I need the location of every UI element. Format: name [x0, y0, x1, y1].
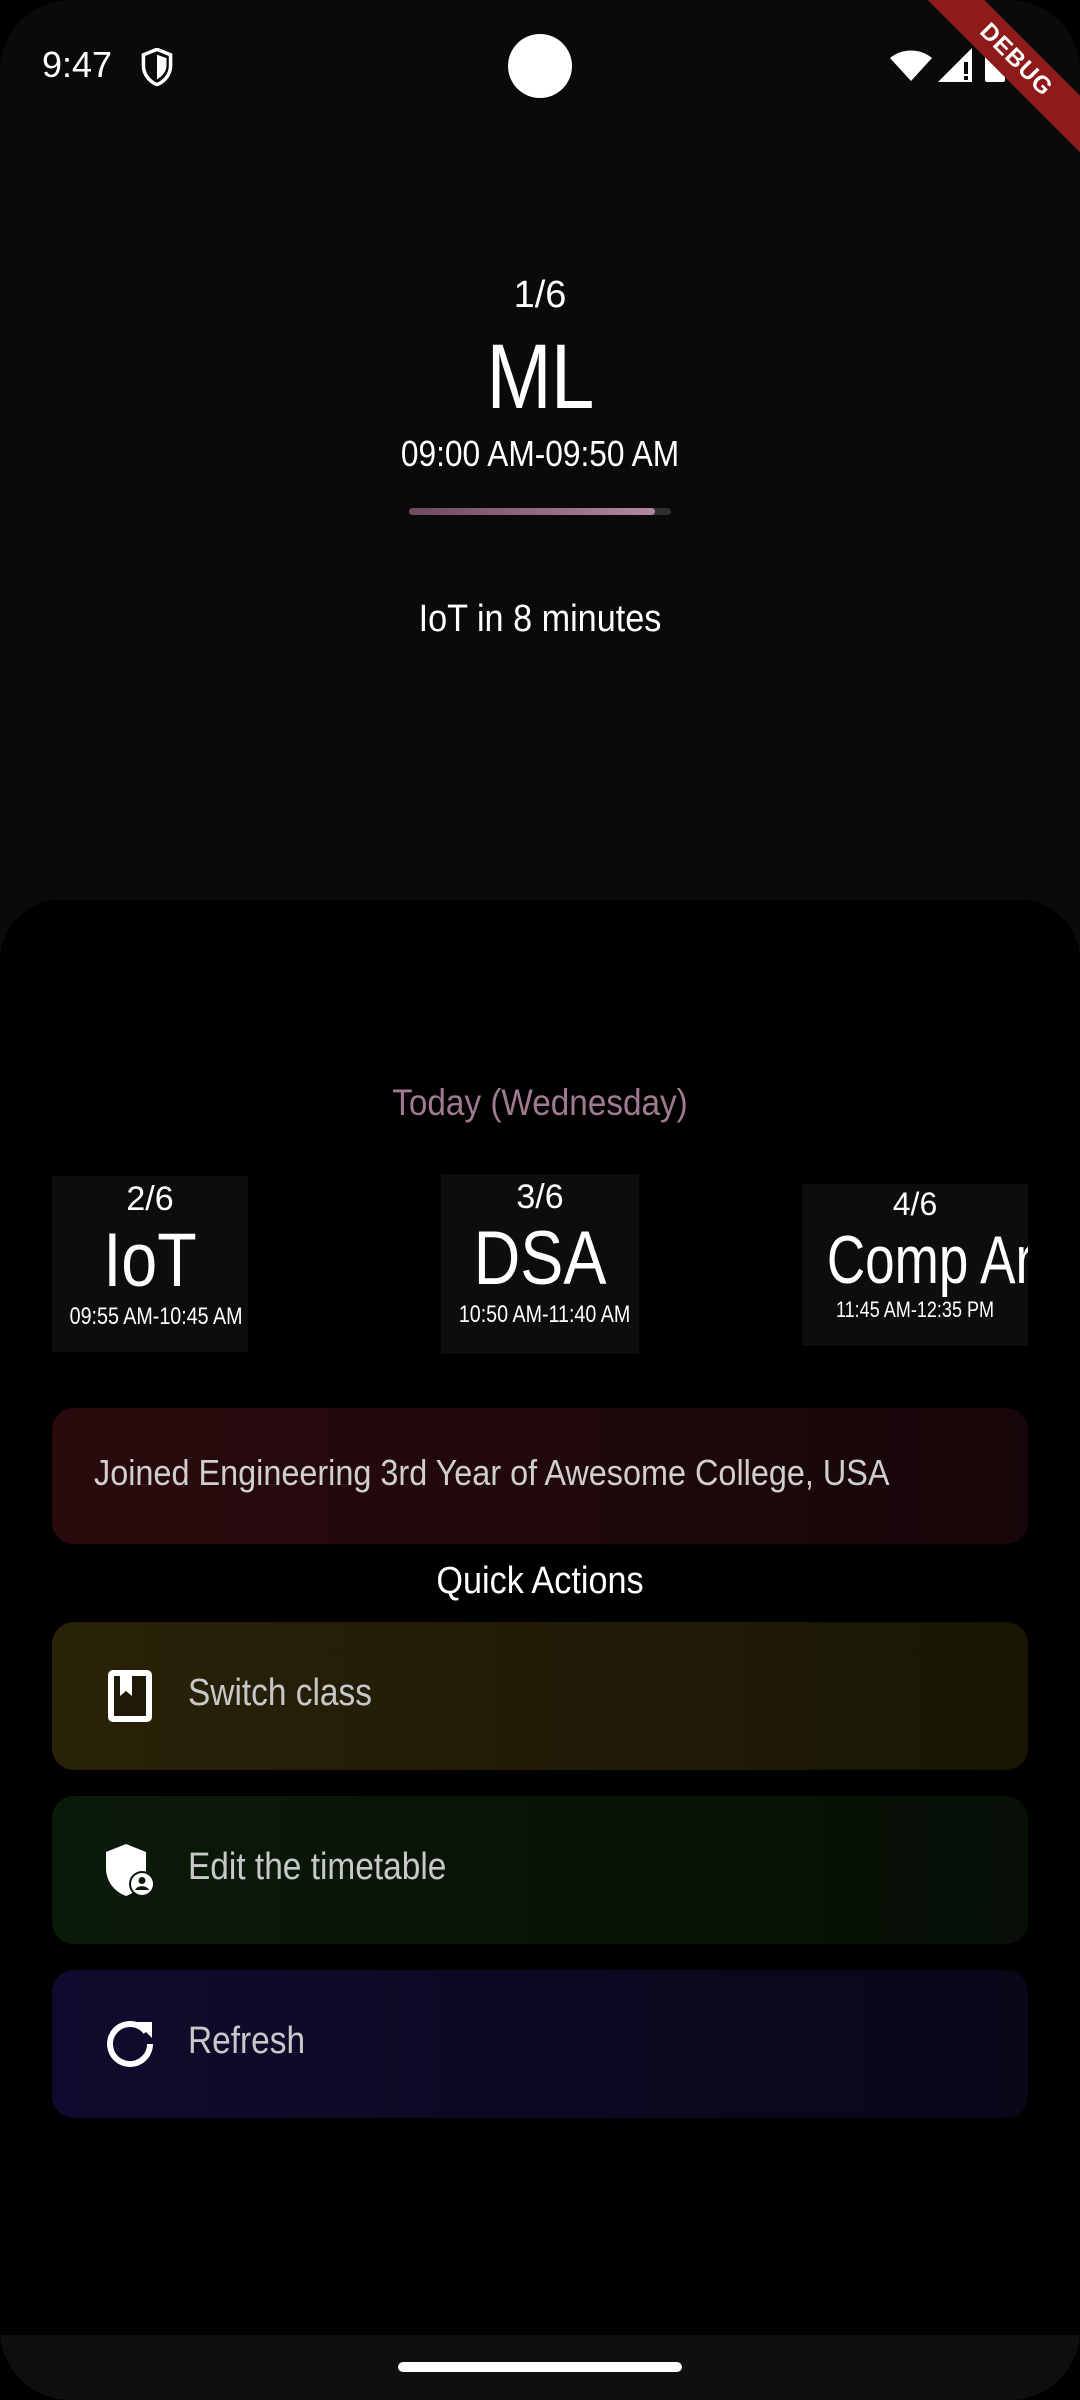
current-class-name: ML — [486, 326, 595, 428]
current-class-index: 1/6 — [513, 274, 567, 316]
announcement-card: Joined Engineering 3rd Year of Awesome C… — [52, 1408, 1028, 1544]
period-index: 3/6 — [516, 1178, 564, 1216]
class-progress-bar — [409, 508, 671, 515]
today-title: Today (Wednesday) — [392, 1082, 688, 1123]
period-index: 4/6 — [892, 1186, 938, 1222]
refresh-icon — [107, 2021, 153, 2067]
admin-shield-icon — [106, 1844, 155, 1897]
wifi-icon — [890, 50, 932, 81]
switch-class-label: Switch class — [188, 1672, 372, 1714]
period-time: 10:50 AM-11:40 AM — [458, 1301, 631, 1328]
switch-class-button[interactable]: Switch class — [52, 1622, 1028, 1770]
home-indicator[interactable] — [398, 2362, 682, 2372]
current-class-time: 09:00 AM-09:50 AM — [400, 433, 680, 474]
current-class: 1/6 ML 09:00 AM-09:50 AM — [0, 270, 1080, 476]
period-card[interactable]: 4/6 Comp Arc 11:45 AM-12:35 PM — [802, 1184, 1028, 1346]
status-bar: 9:47 DEBUG — [0, 0, 1080, 181]
period-card[interactable]: 3/6 DSA 10:50 AM-11:40 AM — [441, 1174, 639, 1354]
period-time: 09:55 AM-10:45 AM — [69, 1303, 243, 1330]
period-card[interactable]: 2/6 IoT 09:55 AM-10:45 AM — [52, 1176, 248, 1352]
debug-banner: DEBUG — [895, 0, 1080, 181]
edit-timetable-button[interactable]: Edit the timetable — [52, 1796, 1028, 1944]
refresh-button[interactable]: Refresh — [52, 1970, 1028, 2118]
signal-icon — [938, 48, 972, 82]
period-name: IoT — [103, 1218, 197, 1303]
quick-actions-title: Quick Actions — [436, 1560, 644, 1602]
status-time: 9:47 — [42, 44, 113, 85]
announcement-text: Joined Engineering 3rd Year of Awesome C… — [94, 1452, 890, 1493]
camera-cutout — [508, 34, 572, 98]
class-progress-fill — [409, 508, 656, 515]
period-time: 11:45 AM-12:35 PM — [835, 1297, 995, 1322]
period-index: 2/6 — [126, 1180, 174, 1218]
period-name: Comp Arc — [826, 1222, 1028, 1298]
book-bookmark-icon — [108, 1670, 152, 1722]
edit-timetable-label: Edit the timetable — [188, 1846, 447, 1888]
app-screen: 9:47 DEBUG 1/6 ML 09:00 AM-09:50 AM IoT … — [0, 0, 1080, 2400]
refresh-label: Refresh — [188, 2020, 306, 2062]
today-sheet: Today (Wednesday) 2/6 IoT 09:55 AM-10:45… — [0, 900, 1080, 2400]
shield-icon — [141, 48, 173, 86]
period-name: DSA — [473, 1216, 607, 1301]
next-class-countdown: IoT in 8 minutes — [418, 598, 662, 640]
